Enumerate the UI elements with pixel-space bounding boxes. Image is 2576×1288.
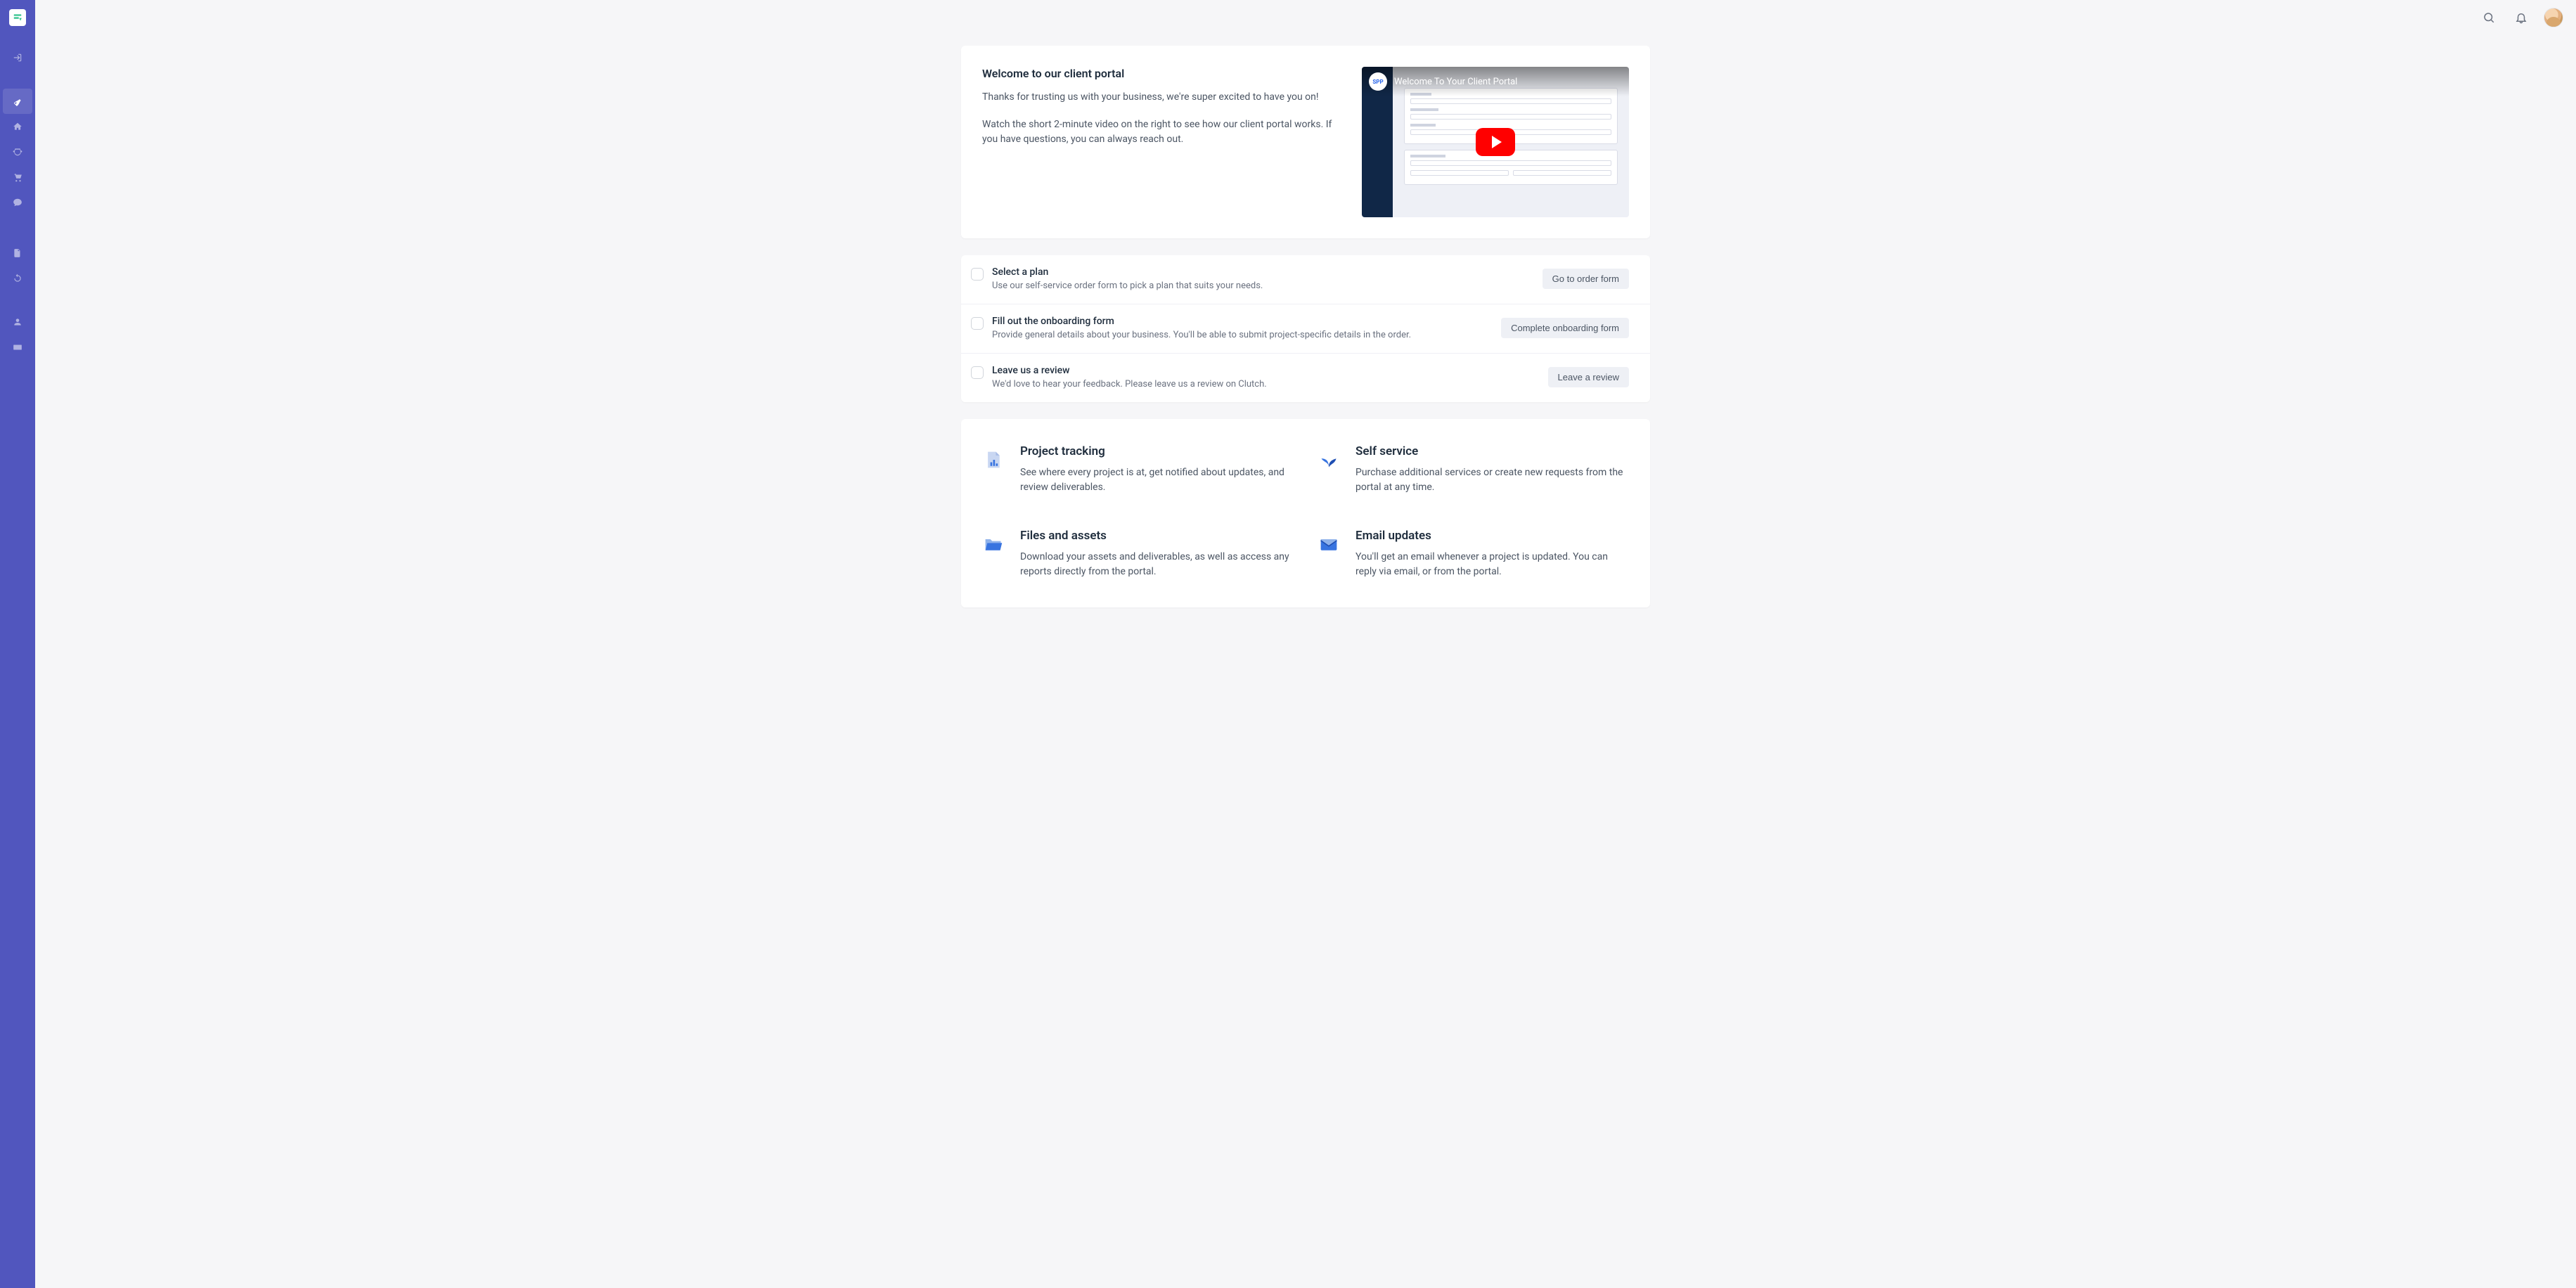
sprout-icon xyxy=(1318,449,1340,471)
feature-title: Email updates xyxy=(1355,529,1629,543)
feature-self-service: Self service Purchase additional service… xyxy=(1318,444,1629,495)
task-title: Leave us a review xyxy=(992,365,1540,376)
feature-email-updates: Email updates You'll get an email whenev… xyxy=(1318,529,1629,579)
bell-icon[interactable] xyxy=(2511,8,2531,27)
play-icon[interactable] xyxy=(1476,128,1515,156)
nav-files-icon[interactable] xyxy=(0,240,35,266)
feature-title: Project tracking xyxy=(1020,444,1294,458)
task-list: Select a plan Use our self-service order… xyxy=(961,255,1650,402)
nav-billing-icon[interactable] xyxy=(0,335,35,360)
content: Welcome to our client portal Thanks for … xyxy=(35,0,2576,1288)
topbar xyxy=(35,0,2576,35)
task-row: Select a plan Use our self-service order… xyxy=(961,255,1650,304)
feature-title: Self service xyxy=(1355,444,1629,458)
task-row: Fill out the onboarding form Provide gen… xyxy=(961,304,1650,354)
nav-profile-icon[interactable] xyxy=(0,309,35,335)
nav-home-icon[interactable] xyxy=(0,114,35,139)
nav-refresh-icon[interactable] xyxy=(0,266,35,291)
welcome-para-2: Watch the short 2-minute video on the ri… xyxy=(982,117,1335,147)
go-order-form-button[interactable]: Go to order form xyxy=(1543,269,1629,289)
folder-open-icon xyxy=(982,533,1005,555)
nav-login-icon[interactable] xyxy=(0,45,35,70)
task-desc: We'd love to hear your feedback. Please … xyxy=(992,379,1540,389)
feature-text: See where every project is at, get notif… xyxy=(1020,465,1294,495)
welcome-title: Welcome to our client portal xyxy=(982,67,1335,80)
task-title: Fill out the onboarding form xyxy=(992,316,1493,327)
sidebar xyxy=(0,0,35,1288)
envelope-icon xyxy=(1318,533,1340,555)
feature-text: You'll get an email whenever a project i… xyxy=(1355,550,1629,579)
feature-project-tracking: Project tracking See where every project… xyxy=(982,444,1294,495)
logo-icon xyxy=(9,9,26,26)
feature-text: Purchase additional services or create n… xyxy=(1355,465,1629,495)
search-icon[interactable] xyxy=(2479,8,2499,27)
video-title: Welcome To Your Client Portal xyxy=(1394,77,1517,87)
feature-title: Files and assets xyxy=(1020,529,1294,543)
task-checkbox[interactable] xyxy=(971,317,984,330)
task-title: Select a plan xyxy=(992,266,1534,278)
leave-review-button[interactable]: Leave a review xyxy=(1548,367,1629,387)
nav-cart-icon[interactable] xyxy=(0,165,35,190)
logo-box[interactable] xyxy=(0,0,35,35)
video-embed[interactable]: SPP Welcome To Your Client Portal xyxy=(1362,67,1629,217)
welcome-para-1: Thanks for trusting us with your busines… xyxy=(982,90,1335,105)
task-desc: Provide general details about your busin… xyxy=(992,330,1493,340)
feature-text: Download your assets and deliverables, a… xyxy=(1020,550,1294,579)
file-chart-icon xyxy=(982,449,1005,471)
task-checkbox[interactable] xyxy=(971,366,984,379)
features-card: Project tracking See where every project… xyxy=(961,419,1650,607)
complete-onboarding-button[interactable]: Complete onboarding form xyxy=(1501,318,1629,338)
nav-projects-icon[interactable] xyxy=(0,139,35,165)
video-channel-badge: SPP xyxy=(1369,72,1387,91)
avatar[interactable] xyxy=(2544,8,2563,27)
task-row: Leave us a review We'd love to hear your… xyxy=(961,354,1650,402)
welcome-card: Welcome to our client portal Thanks for … xyxy=(961,46,1650,238)
nav-chat-icon[interactable] xyxy=(0,190,35,215)
feature-files-assets: Files and assets Download your assets an… xyxy=(982,529,1294,579)
task-desc: Use our self-service order form to pick … xyxy=(992,281,1534,291)
nav-onboarding-icon[interactable] xyxy=(3,89,32,114)
task-checkbox[interactable] xyxy=(971,268,984,281)
